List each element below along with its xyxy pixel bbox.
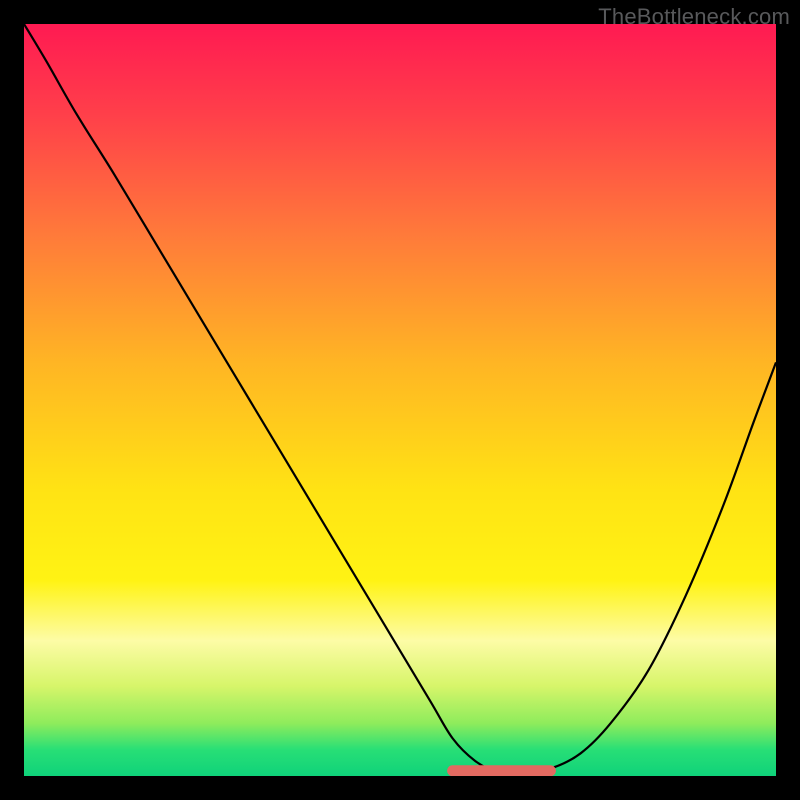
chart-frame: TheBottleneck.com xyxy=(0,0,800,800)
watermark-text: TheBottleneck.com xyxy=(598,4,790,30)
chart-svg xyxy=(24,24,776,776)
gradient-background xyxy=(24,24,776,776)
plot-area xyxy=(24,24,776,776)
